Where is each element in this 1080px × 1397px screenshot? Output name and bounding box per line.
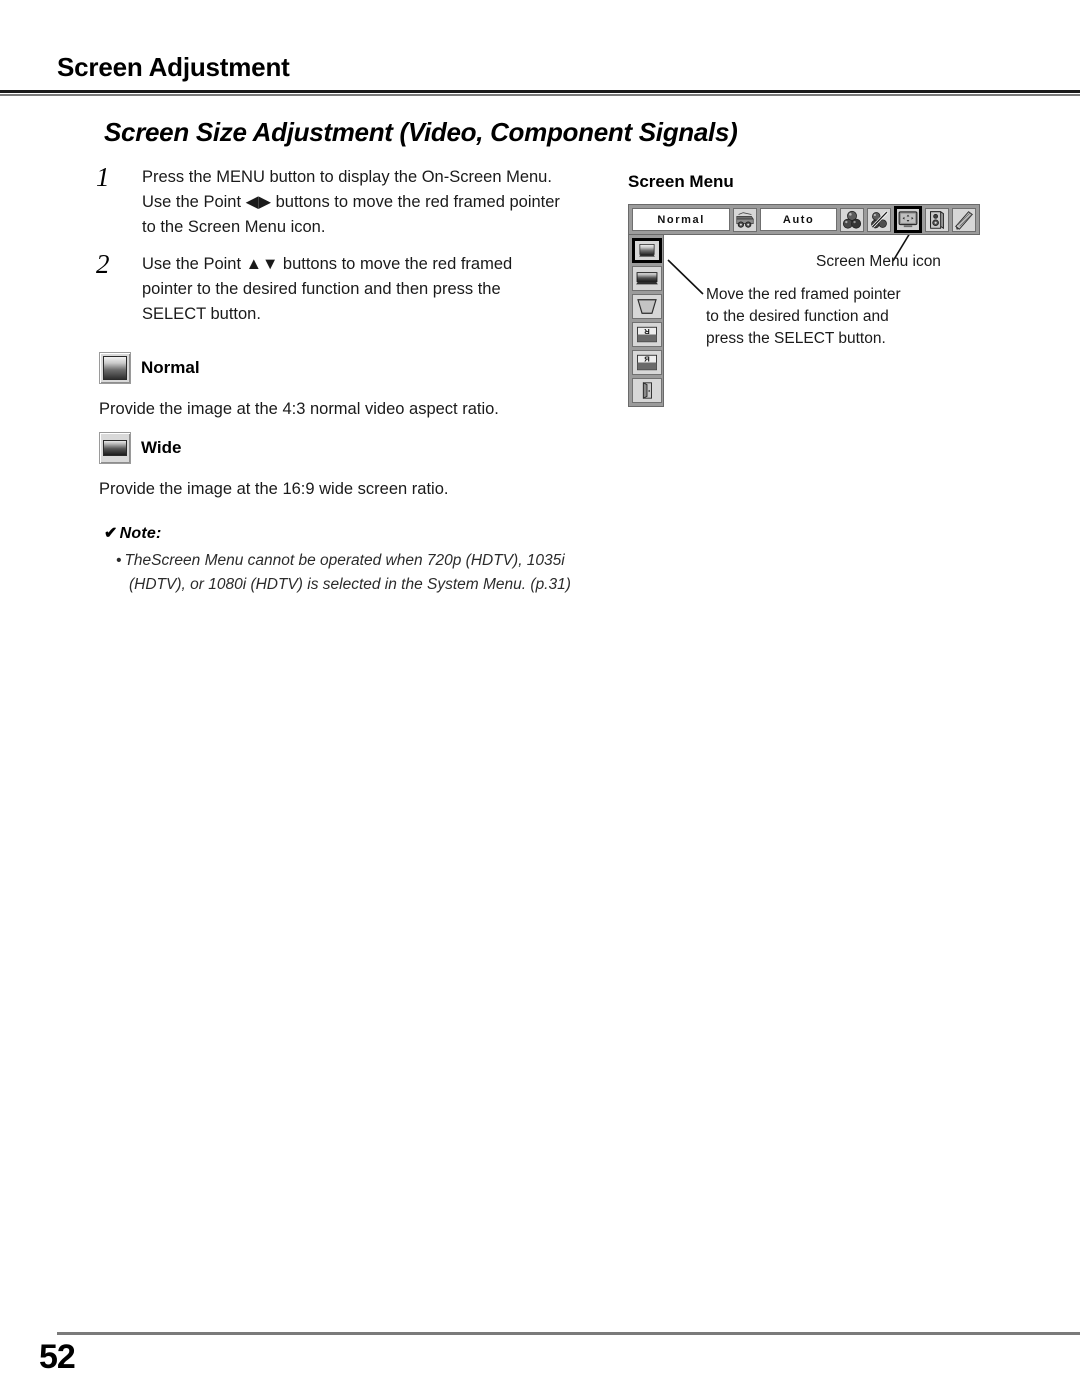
step-1: 1 Press the MENU button to display the O… bbox=[96, 162, 566, 240]
reset-quit-item[interactable] bbox=[632, 378, 662, 403]
svg-text:R: R bbox=[644, 355, 650, 364]
ceiling-item[interactable]: R bbox=[632, 322, 662, 347]
steps-list: 1 Press the MENU button to display the O… bbox=[96, 162, 566, 339]
osd-left-column: R R bbox=[628, 235, 664, 407]
sound-menu-icon[interactable] bbox=[925, 207, 949, 232]
page-number: 52 bbox=[39, 1338, 76, 1376]
screen-menu-figure: Screen Menu Normal Auto R R Screen Menu … bbox=[628, 172, 1028, 407]
mode-wide-heading: Wide bbox=[99, 432, 569, 464]
note-line-1: TheScreen Menu cannot be operated when 7… bbox=[124, 552, 565, 569]
mode-normal-description: Provide the image at the 4:3 normal vide… bbox=[99, 400, 499, 418]
checkmark-icon: ✔ bbox=[104, 525, 118, 542]
note-block: ✔ Note: • TheScreen Menu cannot be operate… bbox=[104, 523, 584, 597]
note-body: • TheScreen Menu cannot be operated when … bbox=[104, 549, 584, 597]
mode-wide-description: Provide the image at the 16:9 wide scree… bbox=[99, 480, 449, 498]
wide-screen-item[interactable] bbox=[632, 266, 662, 291]
step-2-text: Use the Point ▲▼ buttons to move the red… bbox=[142, 255, 513, 323]
mode-wide: Wide Provide the image at the 16:9 wide … bbox=[99, 432, 569, 501]
normal-screen-item[interactable] bbox=[632, 238, 662, 263]
osd-field-screen-value[interactable]: Normal bbox=[632, 208, 731, 231]
step-2: 2 Use the Point ▲▼ buttons to move the r… bbox=[96, 249, 566, 327]
running-header-title: Screen Adjustment bbox=[57, 52, 290, 82]
mode-normal: Normal Provide the image at the 4:3 norm… bbox=[99, 352, 569, 421]
setting-menu-icon[interactable] bbox=[952, 207, 976, 232]
header-rule-gray bbox=[0, 94, 1080, 96]
note-line-2: (HDTV), or 1080i (HDTV) is selected in t… bbox=[129, 576, 571, 593]
manual-page: Screen Adjustment Screen Size Adjustment… bbox=[0, 0, 1080, 1397]
screen-menu-icon[interactable] bbox=[894, 206, 922, 233]
svg-text:R: R bbox=[644, 327, 650, 336]
osd-menu-bar: Normal Auto bbox=[628, 204, 980, 235]
section-title: Screen Size Adjustment (Video, Component… bbox=[104, 117, 738, 147]
normal-screen-icon bbox=[99, 352, 131, 384]
step-2-number: 2 bbox=[96, 249, 110, 279]
input-source-icon[interactable] bbox=[733, 207, 758, 232]
image-select-icon[interactable] bbox=[867, 207, 891, 232]
mode-normal-heading: Normal bbox=[99, 352, 569, 384]
step-1-text: Press the MENU button to display the On-… bbox=[142, 168, 560, 236]
annotation-screen-menu-icon: Screen Menu icon bbox=[816, 253, 941, 270]
note-heading: ✔ Note: bbox=[104, 523, 584, 543]
color-adjust-icon[interactable] bbox=[840, 207, 864, 232]
osd-field-auto-value[interactable]: Auto bbox=[760, 208, 837, 231]
note-heading-label: Note: bbox=[119, 525, 162, 542]
note-bullet-icon: • bbox=[116, 552, 122, 569]
header-rule-dark bbox=[0, 90, 1080, 93]
keystone-item[interactable] bbox=[632, 294, 662, 319]
step-1-number: 1 bbox=[96, 162, 110, 192]
annotation-move-pointer: Move the red framed pointer to the desir… bbox=[706, 284, 901, 350]
rear-item[interactable]: R bbox=[632, 350, 662, 375]
mode-wide-label: Wide bbox=[141, 438, 182, 457]
annotation-move-line-3: press the SELECT button. bbox=[706, 330, 886, 347]
footer-rule bbox=[57, 1332, 1080, 1335]
annotation-move-line-2: to the desired function and bbox=[706, 308, 889, 325]
wide-screen-icon bbox=[99, 432, 131, 464]
mode-normal-label: Normal bbox=[141, 358, 200, 377]
figure-title: Screen Menu bbox=[628, 172, 734, 191]
annotation-move-line-1: Move the red framed pointer bbox=[706, 286, 901, 303]
